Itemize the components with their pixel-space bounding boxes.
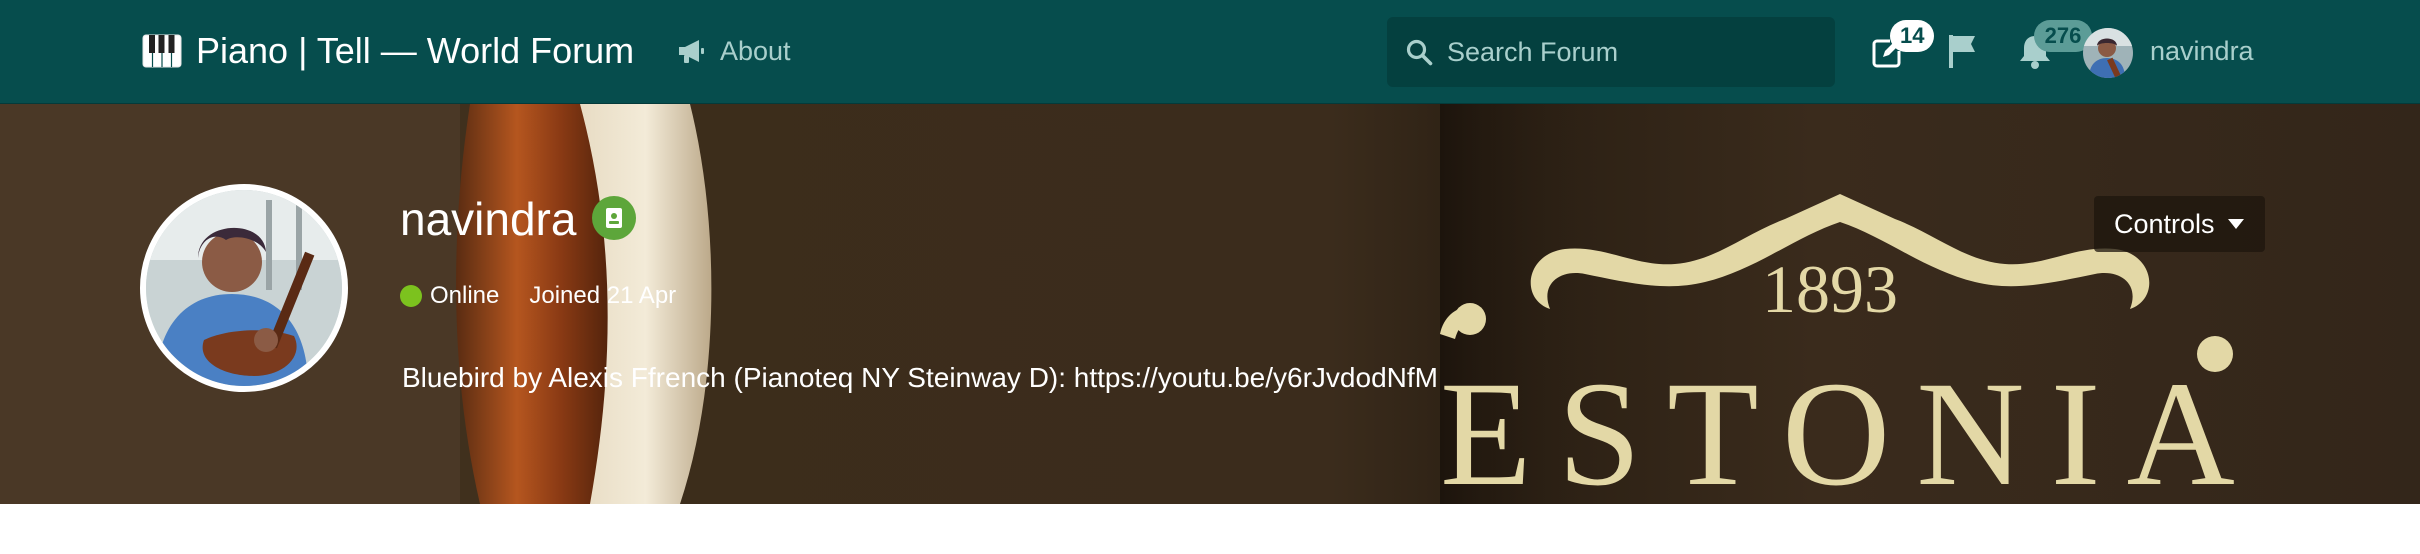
banner-brand-text: ESTONIA xyxy=(1440,351,2261,504)
flag-icon[interactable] xyxy=(1946,33,1980,69)
banner-piano-image: 1893 ESTONIA xyxy=(0,104,2261,504)
profile-avatar xyxy=(140,184,348,392)
search-icon xyxy=(1406,39,1433,66)
about-link[interactable]: About xyxy=(676,30,791,72)
profile-bio: Bluebird by Alexis Ffrench (Pianoteq NY … xyxy=(402,362,1438,393)
piano-keys-icon xyxy=(142,34,182,68)
megaphone-icon xyxy=(679,40,704,63)
banner-year-text: 1893 xyxy=(1762,251,1898,327)
search-box[interactable] xyxy=(1387,17,1835,87)
joined-date: Joined 21 Apr xyxy=(529,282,677,309)
about-label: About xyxy=(720,35,791,66)
profile-avatar-image xyxy=(146,190,342,386)
profile-username: navindra xyxy=(400,193,577,245)
user-avatar[interactable] xyxy=(2083,28,2133,78)
profile-meta: Online Joined 21 Apr xyxy=(400,282,676,310)
controls-dropdown-button[interactable]: Controls xyxy=(2094,196,2265,252)
caret-down-icon xyxy=(2227,219,2244,229)
online-status-dot xyxy=(400,285,422,307)
controls-label: Controls xyxy=(2114,208,2215,239)
search-input[interactable] xyxy=(1447,36,1827,68)
site-title[interactable]: Piano | Tell — World Forum xyxy=(196,30,634,72)
top-navigation-bar: Piano | Tell — World Forum About 14 276 xyxy=(0,0,2420,104)
online-status: Online xyxy=(430,282,500,309)
verified-badge xyxy=(592,196,636,240)
profile-banner: 1893 ESTONIA navindra Online Joined 21 A… xyxy=(0,104,2420,504)
site-brand[interactable]: Piano | Tell — World Forum xyxy=(142,26,634,76)
compose-count-badge: 14 xyxy=(1890,20,1935,52)
user-avatar-image xyxy=(2083,28,2133,78)
id-card-icon xyxy=(606,208,622,228)
user-menu-name[interactable]: navindra xyxy=(2150,36,2254,67)
